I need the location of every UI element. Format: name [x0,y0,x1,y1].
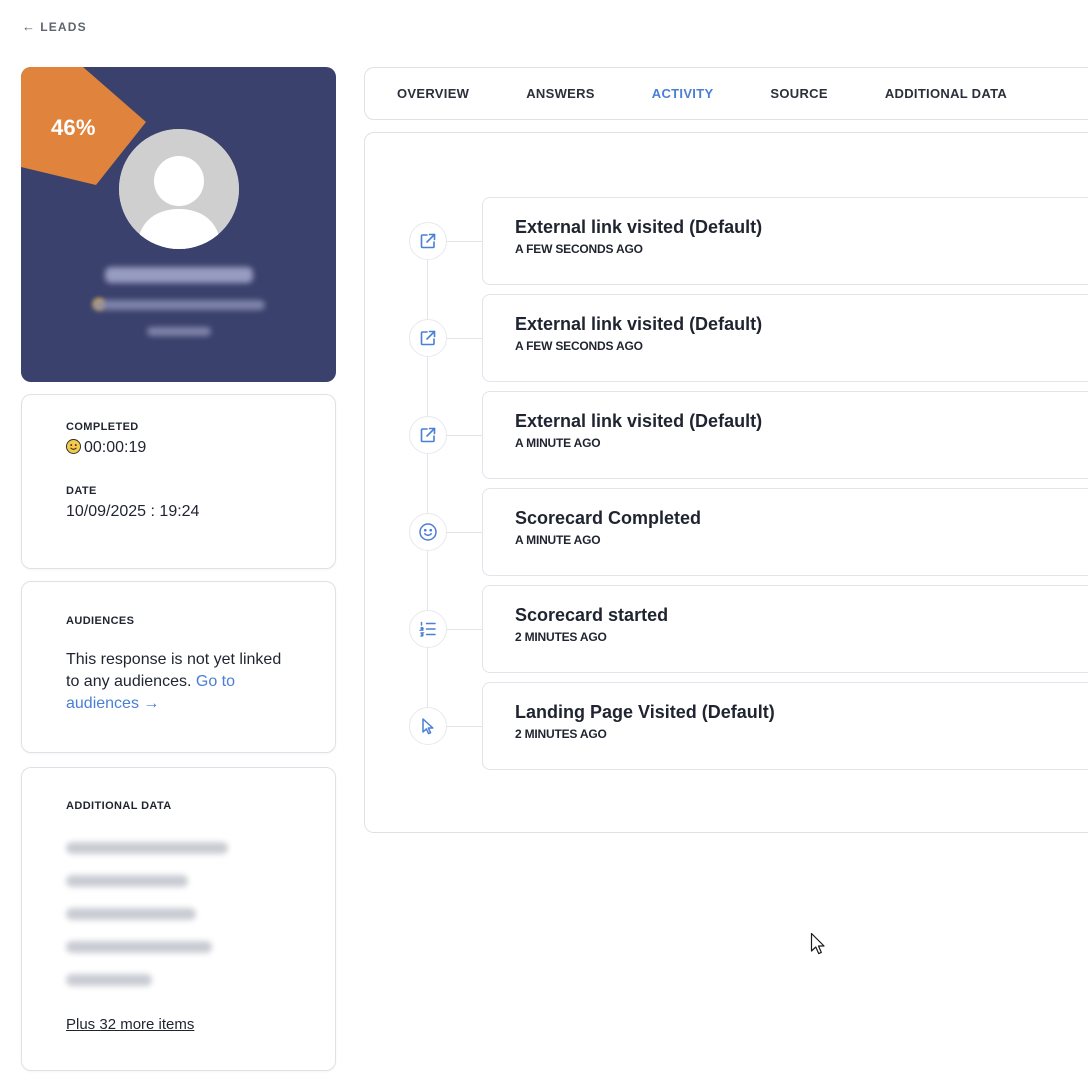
activity-item: External link visited (Default) A FEW SE… [365,294,1088,382]
arrow-left-icon: ← [22,19,37,34]
additional-data-blurred-row [66,908,196,920]
activity-card[interactable]: Landing Page Visited (Default) 2 MINUTES… [482,682,1088,770]
audiences-text: This response is not yet linked to any a… [66,651,282,690]
smiley-icon [409,513,447,551]
tab-answers[interactable]: ANSWERS [526,86,595,101]
activity-title: External link visited (Default) [515,314,763,334]
list-icon [409,610,447,648]
score-percentage: 46% [51,115,96,140]
tab-source[interactable]: SOURCE [770,86,827,101]
timeline-connector [447,629,482,630]
profile-email-blurred: bear@example.com [92,300,265,310]
completion-card: COMPLETED 00:00:19 DATE 10/09/2025 : 19:… [21,394,336,569]
additional-data-blurred-row [66,941,212,953]
date-label: DATE [66,485,97,497]
timeline-connector [447,241,482,242]
back-to-leads-link[interactable]: ← LEADS [22,19,87,34]
activity-card[interactable]: External link visited (Default) A MINUTE… [482,391,1088,479]
activity-time: A MINUTE AGO [515,436,601,450]
activity-item: External link visited (Default) A FEW SE… [365,197,1088,285]
additional-data-card: ADDITIONAL DATA Plus 32 more items [21,767,336,1071]
additional-data-blurred-row [66,842,228,854]
audiences-label: AUDIENCES [66,615,135,627]
activity-time: 2 MINUTES AGO [515,727,607,741]
external-link-icon [409,222,447,260]
avatar [119,129,239,249]
activity-title: External link visited (Default) [515,217,763,237]
date-value: 10/09/2025 : 19:24 [66,503,200,520]
additional-data-blurred-row [66,875,188,887]
activity-card[interactable]: Scorecard started 2 MINUTES AGO [482,585,1088,673]
completed-value-row: 00:00:19 [66,439,291,457]
activity-title: Landing Page Visited (Default) [515,702,775,722]
completed-label: COMPLETED [66,421,139,433]
timeline-connector [447,532,482,533]
back-label: LEADS [40,19,87,34]
profile-name-blurred: Bear Kolmann [104,267,253,283]
external-link-icon [409,416,447,454]
activity-time: 2 MINUTES AGO [515,630,607,644]
activity-item: Landing Page Visited (Default) 2 MINUTES… [365,682,1088,770]
activity-card[interactable]: External link visited (Default) A FEW SE… [482,197,1088,285]
audiences-description: This response is not yet linked to any a… [66,649,291,715]
activity-card[interactable]: Scorecard Completed A MINUTE AGO [482,488,1088,576]
activity-item: External link visited (Default) A MINUTE… [365,391,1088,479]
activity-title: Scorecard started [515,605,669,625]
activity-time: A MINUTE AGO [515,533,601,547]
tab-additional-data[interactable]: ADDITIONAL DATA [885,86,1007,101]
activity-panel: External link visited (Default) A FEW SE… [364,132,1088,833]
activity-title: External link visited (Default) [515,411,763,431]
timeline-connector [447,726,482,727]
activity-time: A FEW SECONDS AGO [515,339,643,353]
tab-activity[interactable]: ACTIVITY [652,86,714,101]
activity-card[interactable]: External link visited (Default) A FEW SE… [482,294,1088,382]
activity-item: Scorecard started 2 MINUTES AGO [365,585,1088,673]
external-link-icon [409,319,447,357]
timeline-connector [447,435,482,436]
activity-time: A FEW SECONDS AGO [515,242,643,256]
activity-title: Scorecard Completed [515,508,702,528]
additional-data-blurred-row [66,974,152,986]
completed-value: 00:00:19 [84,439,147,456]
timeline-connector [447,338,482,339]
lead-tabs: OVERVIEW ANSWERS ACTIVITY SOURCE ADDITIO… [364,67,1088,120]
activity-item: Scorecard Completed A MINUTE AGO [365,488,1088,576]
pointer-icon [409,707,447,745]
profile-extra-blurred: Ireland [146,327,211,336]
audiences-card: AUDIENCES This response is not yet linke… [21,581,336,753]
tab-overview[interactable]: OVERVIEW [397,86,469,101]
profile-card: 46% Bear Kolmann bear@example.com Irelan… [21,67,336,382]
additional-data-label: ADDITIONAL DATA [66,800,172,812]
mouse-cursor-icon [810,932,826,961]
smiley-icon [66,439,81,454]
more-items-link[interactable]: Plus 32 more items [66,1016,194,1033]
